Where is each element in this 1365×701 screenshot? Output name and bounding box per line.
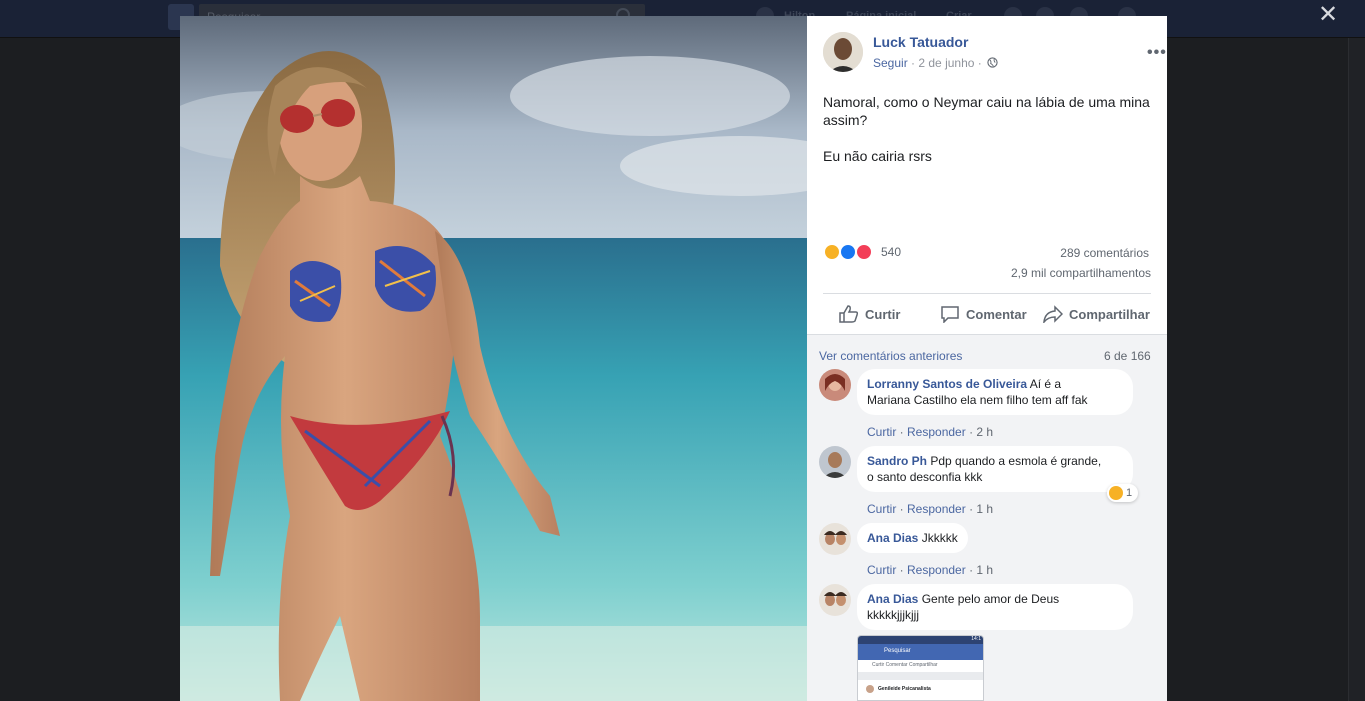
- comment-text: Gente pelo amor de Deus: [921, 592, 1060, 606]
- comment-time[interactable]: 2 h: [976, 425, 993, 439]
- beach-photo-image: [180, 16, 807, 701]
- post-text-line: Eu não cairia rsrs: [823, 148, 932, 164]
- author-avatar[interactable]: [823, 32, 863, 72]
- reactions-summary[interactable]: 540 289 comentários: [823, 242, 1153, 262]
- attachment-post-author: Genileide Psicanalista: [858, 682, 983, 696]
- commenter-avatar-image: [819, 523, 851, 555]
- share-icon: [1043, 305, 1063, 323]
- divider: [823, 293, 1151, 294]
- comment-actions: Curtir · Responder · 1 h: [867, 502, 994, 516]
- comment-like-link[interactable]: Curtir: [867, 502, 896, 516]
- post-photo[interactable]: [180, 16, 807, 701]
- comment-text: Pdp quando a esmola é grande,: [930, 454, 1102, 468]
- meta-separator: ·: [977, 56, 982, 70]
- reactions-count[interactable]: 540: [881, 245, 901, 259]
- post-actions: Curtir Comentar Compartilhar: [823, 300, 1153, 328]
- meta-separator: ·: [911, 56, 916, 70]
- comment-text: Jkkkkk: [921, 531, 958, 545]
- comment-pagination-count: 6 de 166: [1104, 349, 1151, 363]
- share-label: Compartilhar: [1069, 306, 1150, 322]
- thumbs-up-icon: [839, 305, 859, 323]
- post-details-panel: Luck Tatuador Seguir · 2 de junho · ••• …: [807, 16, 1167, 701]
- comment-bubble: Sandro Ph Pdp quando a esmola é grande, …: [857, 446, 1133, 492]
- post-text-line: Namoral, como o Neymar caiu na lábia de …: [823, 94, 1150, 128]
- share-button[interactable]: Compartilhar: [1043, 302, 1150, 326]
- comment-actions: Curtir · Responder · 1 h: [867, 563, 994, 577]
- comment-attachment-image[interactable]: 14:1 Pesquisar Curtir Comentar Compartil…: [857, 635, 984, 701]
- like-label: Curtir: [865, 306, 901, 322]
- reaction-icons: [823, 243, 879, 261]
- author-name[interactable]: Luck Tatuador: [873, 34, 968, 50]
- comment-text: Mariana Castilho ela nem filho tem aff f…: [867, 393, 1088, 407]
- comment-time[interactable]: 1 h: [976, 502, 993, 516]
- comment-reply-link[interactable]: Responder: [907, 502, 966, 516]
- comment-bubble: Ana Dias Jkkkkk: [857, 523, 968, 553]
- commenter-name[interactable]: Ana Dias: [867, 531, 918, 545]
- commenter-avatar[interactable]: [819, 584, 851, 616]
- comment-time[interactable]: 1 h: [976, 563, 993, 577]
- commenter-name[interactable]: Lorranny Santos de Oliveira: [867, 377, 1027, 391]
- comment-button[interactable]: Comentar: [940, 302, 1027, 326]
- comment-text: Aí é a: [1029, 377, 1062, 391]
- commenter-avatar-image: [819, 584, 851, 616]
- haha-reaction-icon: [1109, 486, 1123, 500]
- comment-reaction-count: 1: [1126, 487, 1133, 499]
- post-text: Namoral, como o Neymar caiu na lábia de …: [823, 93, 1155, 183]
- commenter-avatar[interactable]: [819, 369, 851, 401]
- comment-icon: [941, 306, 959, 323]
- attachment-separator: [858, 672, 983, 680]
- commenter-name[interactable]: Ana Dias: [867, 592, 918, 606]
- post-date[interactable]: 2 de junho: [918, 56, 974, 70]
- comment-reply-link[interactable]: Responder: [907, 425, 966, 439]
- post-header: Luck Tatuador Seguir · 2 de junho · •••: [823, 32, 1166, 76]
- close-button[interactable]: ✕: [1316, 3, 1340, 28]
- more-options-button[interactable]: •••: [1147, 45, 1167, 61]
- comment-label: Comentar: [966, 306, 1027, 322]
- page-scrollbar[interactable]: [1348, 38, 1365, 701]
- author-avatar-image: [823, 32, 863, 72]
- commenter-avatar-image: [819, 369, 851, 401]
- comment-bubble: Ana Dias Gente pelo amor de Deus kkkkkjj…: [857, 584, 1133, 630]
- shares-count[interactable]: 2,9 mil compartilhamentos: [823, 266, 1151, 280]
- like-button[interactable]: Curtir: [839, 302, 900, 326]
- comment-reply-link[interactable]: Responder: [907, 563, 966, 577]
- comment-like-link[interactable]: Curtir: [867, 563, 896, 577]
- commenter-avatar[interactable]: [819, 523, 851, 555]
- comment-reaction-badge[interactable]: 1: [1107, 484, 1139, 502]
- comment-text: o santo desconfia kkk: [867, 470, 983, 484]
- attachment-status-bar: 14:1: [858, 636, 983, 644]
- attachment-actions: Curtir Comentar Compartilhar: [858, 660, 983, 670]
- love-reaction-icon: [855, 243, 873, 261]
- comments-count[interactable]: 289 comentários: [1060, 246, 1149, 260]
- comment-text: kkkkkjjjkjjj: [867, 608, 919, 622]
- previous-comments-link[interactable]: Ver comentários anteriores: [819, 349, 962, 363]
- attachment-search-bar: Pesquisar: [858, 644, 983, 660]
- commenter-avatar[interactable]: [819, 446, 851, 478]
- post-meta: Seguir · 2 de junho ·: [873, 56, 998, 70]
- follow-link[interactable]: Seguir: [873, 56, 908, 70]
- commenter-avatar-image: [819, 446, 851, 478]
- comment-bubble: Lorranny Santos de Oliveira Aí é a Maria…: [857, 369, 1133, 415]
- comment-actions: Curtir · Responder · 2 h: [867, 425, 994, 439]
- commenter-name[interactable]: Sandro Ph: [867, 454, 927, 468]
- comment-like-link[interactable]: Curtir: [867, 425, 896, 439]
- globe-icon: [987, 57, 998, 68]
